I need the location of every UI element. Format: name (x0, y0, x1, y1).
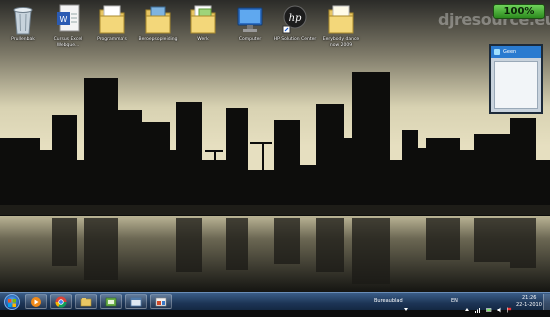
clock-time[interactable]: 21:26 (522, 295, 536, 301)
desktop-icon-label: Eerybody dance now 2009 (322, 37, 360, 48)
desktop-icon-document[interactable]: W Cursus Excel Webque... (45, 2, 91, 54)
document-icon: W (57, 4, 80, 32)
desktop-icon-label: Computer (238, 37, 262, 42)
network-icon[interactable] (475, 298, 481, 313)
desktop-icon-label: Programma's (97, 37, 127, 42)
taskbar-app[interactable] (100, 294, 122, 309)
window-icon (130, 297, 142, 307)
battery-icon[interactable] (486, 298, 492, 312)
media-player-icon (31, 297, 41, 307)
recycle-bin-icon (13, 7, 33, 35)
computer-icon (237, 7, 263, 32)
svg-text:hp: hp (289, 13, 302, 24)
desktop-icon-hp-solution-center[interactable]: hp HP Solution Center (272, 2, 318, 54)
desktop-icon-programmas[interactable]: Programma's (89, 2, 135, 54)
desktop-icon-label: Beroepsopleiding (138, 37, 178, 42)
volume-icon[interactable] (497, 298, 503, 313)
desktop-icon-label: HP Solution Center (273, 37, 317, 42)
chevron-icon[interactable] (403, 298, 409, 311)
start-button[interactable] (4, 294, 20, 310)
clock-date[interactable]: 22-1-2010 (516, 302, 542, 308)
desktop-icon-werk[interactable]: Werk (180, 2, 226, 54)
desktop-icon-label: Werk (197, 37, 209, 42)
app-icon (105, 297, 117, 307)
chrome-icon (55, 296, 67, 308)
windows-logo-icon (8, 299, 16, 307)
status-icon (494, 49, 500, 55)
taskbar-media-player[interactable] (25, 294, 47, 309)
chat-gadget-header[interactable]: Geen (491, 46, 541, 58)
chat-gadget-body (494, 61, 538, 109)
folder-icon (99, 5, 125, 34)
toolbar-label[interactable]: Bureaublad (374, 298, 403, 304)
desktop-icon-recycle-bin[interactable]: Prullenbak (0, 2, 46, 54)
show-desktop-button[interactable] (543, 294, 550, 310)
desktop-icon-computer[interactable]: Computer (227, 2, 273, 54)
desktop-icon-label: Prullenbak (11, 37, 35, 42)
folder-icon (328, 5, 354, 34)
hp-icon: hp (282, 5, 307, 34)
explorer-icon (80, 298, 92, 307)
folder-icon (190, 5, 216, 34)
taskbar: Bureaublad EN 21:26 22-1-2010 (0, 292, 550, 313)
folder-window-icon (155, 297, 167, 307)
taskbar-window[interactable] (125, 294, 147, 309)
taskbar-folder-window[interactable] (150, 294, 172, 309)
desktop-icon-beroepsopleiding[interactable]: Beroepsopleiding (135, 2, 181, 54)
language-indicator[interactable]: EN (451, 298, 458, 304)
show-hidden-icons-icon[interactable] (464, 298, 470, 311)
folder-icon (145, 6, 171, 34)
flag-icon[interactable] (506, 298, 512, 313)
chat-status: Geen (503, 49, 517, 55)
battery-gadget[interactable]: 100% (493, 4, 545, 19)
desktop-icon-label: Cursus Excel Webque... (53, 37, 83, 48)
svg-text:W: W (60, 15, 68, 24)
taskbar-explorer[interactable] (75, 294, 97, 309)
desktop-icon-everybody-dance-now[interactable]: Eerybody dance now 2009 (318, 2, 364, 54)
chat-gadget[interactable]: Geen (489, 44, 543, 114)
taskbar-chrome[interactable] (50, 294, 72, 309)
